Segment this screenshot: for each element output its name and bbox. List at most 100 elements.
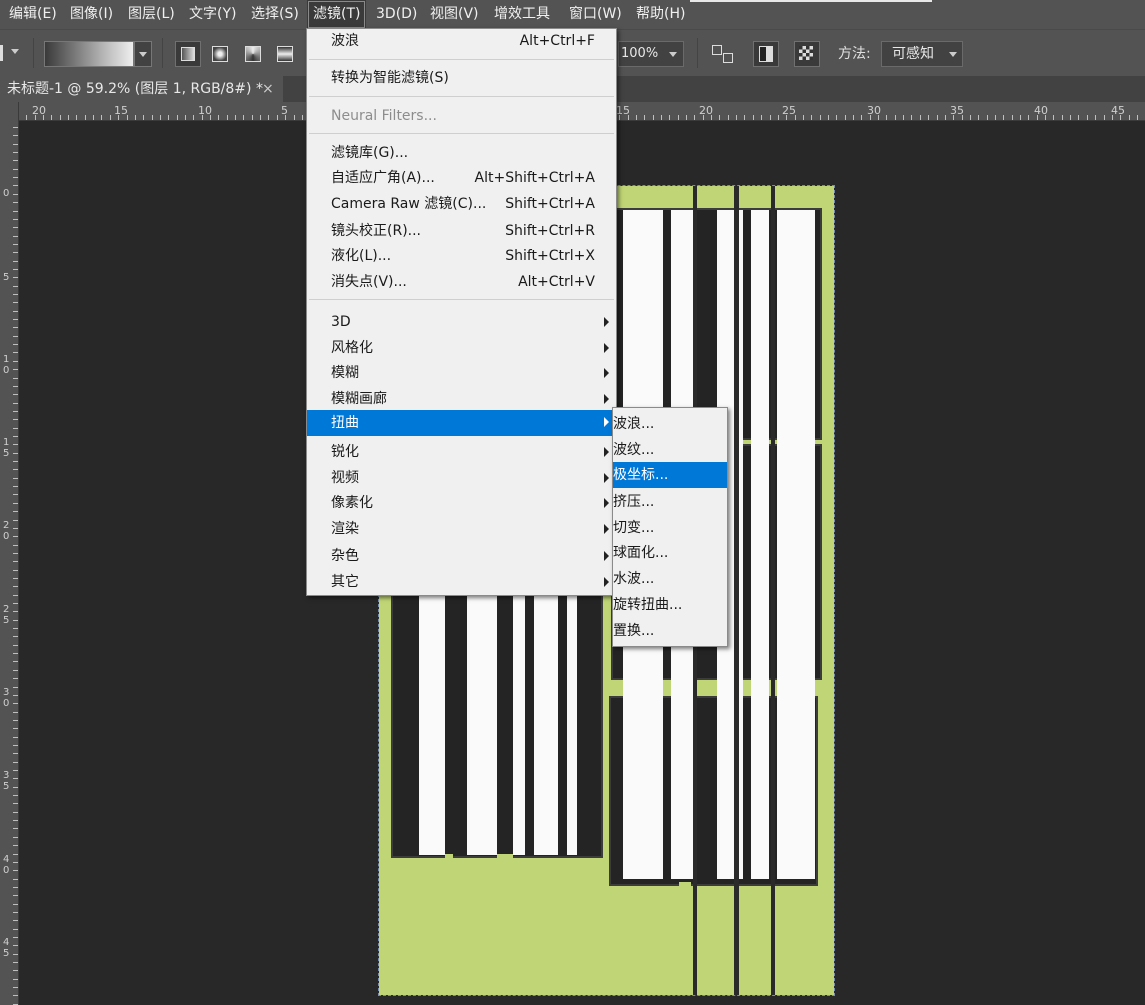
- ruler-tick: [1012, 115, 1013, 120]
- menu-item-displace[interactable]: 置换...: [613, 619, 727, 643]
- ruler-tick: [778, 115, 779, 120]
- ruler-tick: [193, 115, 194, 120]
- gradient-preview[interactable]: [44, 41, 134, 67]
- ruler-label: 15: [3, 437, 10, 459]
- ruler-tick: [13, 712, 18, 713]
- ruler-tick: [13, 319, 18, 320]
- submenu-noise[interactable]: 杂色: [307, 544, 616, 568]
- submenu-other[interactable]: 其它: [307, 570, 616, 594]
- dither-button[interactable]: [753, 41, 779, 67]
- transparency-button[interactable]: [794, 41, 820, 67]
- menu-view[interactable]: 视图(V): [430, 0, 479, 29]
- menu-item-wave[interactable]: 波浪...: [613, 412, 727, 436]
- ruler-tick: [13, 503, 18, 504]
- menu-item-liquify[interactable]: 液化(L)... Shift+Ctrl+X: [307, 244, 616, 268]
- ruler-tick: [260, 115, 261, 120]
- ruler-tick: [13, 887, 18, 888]
- radial-gradient-icon[interactable]: [212, 46, 228, 62]
- menu-item-smart-filter[interactable]: 转换为智能滤镜(S): [307, 66, 616, 90]
- method-select[interactable]: 可感知: [881, 41, 963, 67]
- menu-filter[interactable]: 滤镜(T): [307, 0, 367, 29]
- opacity-value: 100%: [621, 46, 659, 61]
- menu-item-twirl[interactable]: 旋转扭曲...: [613, 593, 727, 617]
- ruler-tick: [13, 653, 18, 654]
- ruler-tick: [13, 336, 18, 337]
- menu-image[interactable]: 图像(I): [70, 0, 113, 29]
- submenu-video[interactable]: 视频: [307, 466, 616, 490]
- ruler-tick: [13, 745, 18, 746]
- tool-preset-edge[interactable]: [0, 45, 3, 61]
- menu-item-filter-gallery[interactable]: 滤镜库(G)...: [307, 141, 616, 165]
- ruler-label: 5: [281, 104, 288, 117]
- menu-type[interactable]: 文字(Y): [189, 0, 236, 29]
- menu-item-vanishing-point[interactable]: 消失点(V)... Alt+Ctrl+V: [307, 270, 616, 294]
- ruler-label: 35: [3, 770, 10, 792]
- ruler-tick: [13, 837, 18, 838]
- close-icon[interactable]: ×: [262, 76, 274, 102]
- reverse-button[interactable]: [712, 43, 734, 63]
- menu-item-shear[interactable]: 切变...: [613, 516, 727, 540]
- ruler-tick: [13, 787, 18, 788]
- menu-item-shortcut: Shift+Ctrl+A: [505, 196, 595, 212]
- chevron-down-icon[interactable]: [11, 49, 19, 54]
- menu-help[interactable]: 帮助(H): [636, 0, 685, 29]
- menu-item-lens-correction[interactable]: 镜头校正(R)... Shift+Ctrl+R: [307, 219, 616, 243]
- ruler-tick: [13, 854, 18, 855]
- menu-3d[interactable]: 3D(D): [376, 0, 417, 29]
- ruler-tick: [13, 302, 18, 303]
- ruler-tick: [60, 115, 61, 120]
- ruler-label: 30: [867, 104, 881, 117]
- menu-item-pinch[interactable]: 挤压...: [613, 490, 727, 514]
- submenu-arrow-icon: [604, 394, 609, 404]
- menu-item-polar-coordinates[interactable]: 极坐标...: [613, 462, 727, 488]
- ruler-tick: [1078, 115, 1079, 120]
- menu-select[interactable]: 选择(S): [251, 0, 299, 29]
- ruler-tick: [1028, 115, 1029, 120]
- ruler-label: 45: [3, 937, 10, 959]
- submenu-sharpen[interactable]: 锐化: [307, 440, 616, 464]
- ruler-tick: [13, 753, 18, 754]
- linear-gradient-button[interactable]: [175, 41, 201, 67]
- ruler-tick: [895, 115, 896, 120]
- ruler-tick: [302, 115, 303, 120]
- submenu-distort[interactable]: 扭曲: [307, 410, 616, 436]
- ruler-tick: [13, 803, 18, 804]
- opacity-field[interactable]: 100%: [618, 41, 684, 67]
- distort-submenu: 波浪... 波纹... 极坐标... 挤压... 切变... 球面化... 水波…: [612, 407, 728, 647]
- ruler-label: 15: [616, 104, 630, 117]
- menu-item-camera-raw[interactable]: Camera Raw 滤镜(C)... Shift+Ctrl+A: [307, 192, 616, 216]
- ruler-label: 15: [114, 104, 128, 117]
- ruler-tick: [13, 904, 18, 905]
- angle-gradient-icon[interactable]: [245, 46, 261, 62]
- menu-item-neural-filters: Neural Filters...: [307, 104, 616, 128]
- document-tab[interactable]: 未标题-1 @ 59.2% (图层 1, RGB/8#) * ×: [0, 76, 283, 102]
- menu-item-last-filter[interactable]: 波浪 Alt+Ctrl+F: [307, 29, 616, 53]
- submenu-pixelate[interactable]: 像素化: [307, 491, 616, 515]
- menu-plugins[interactable]: 增效工具: [494, 0, 550, 29]
- menu-layer[interactable]: 图层(L): [128, 0, 175, 29]
- menu-separator: [309, 299, 614, 300]
- ruler-tick: [669, 115, 670, 120]
- gradient-dropdown[interactable]: [134, 41, 152, 67]
- submenu-stylize[interactable]: 风格化: [307, 336, 616, 360]
- menu-item-adaptive-wide-angle[interactable]: 自适应广角(A)... Alt+Shift+Ctrl+A: [307, 166, 616, 190]
- menu-edit[interactable]: 编辑(E): [9, 0, 57, 29]
- ruler-tick: [13, 327, 18, 328]
- menu-item-spherize[interactable]: 球面化...: [613, 541, 727, 565]
- ruler-tick: [13, 294, 18, 295]
- ruler-tick: [13, 411, 18, 412]
- reflected-gradient-icon[interactable]: [277, 46, 293, 62]
- ruler-tick: [13, 202, 18, 203]
- submenu-blur-gallery[interactable]: 模糊画廊: [307, 387, 616, 411]
- submenu-3d[interactable]: 3D: [307, 310, 616, 334]
- menu-item-zigzag[interactable]: 水波...: [613, 567, 727, 591]
- submenu-blur[interactable]: 模糊: [307, 361, 616, 385]
- menu-item-ripple[interactable]: 波纹...: [613, 438, 727, 462]
- ruler-tick: [13, 169, 18, 170]
- ruler-tick: [13, 954, 18, 955]
- menu-window[interactable]: 窗口(W): [569, 0, 622, 29]
- vertical-ruler[interactable]: 0 5 10 15 20 25 30 35 40 45: [0, 102, 19, 1005]
- ruler-tick: [1087, 115, 1088, 120]
- submenu-render[interactable]: 渲染: [307, 517, 616, 541]
- ruler-tick: [861, 115, 862, 120]
